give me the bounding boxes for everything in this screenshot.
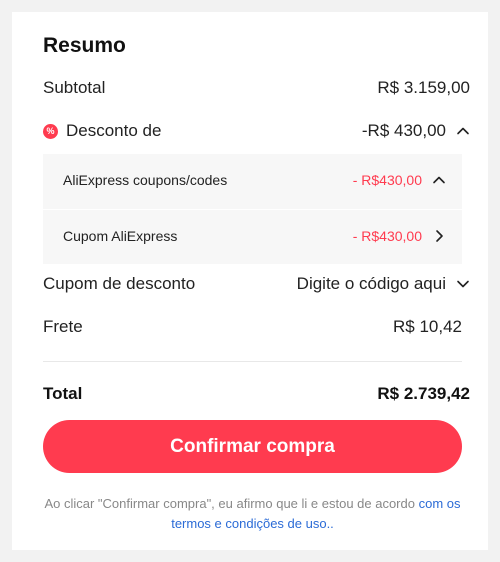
chevron-up-icon[interactable] <box>456 124 470 138</box>
total-value: R$ 2.739,42 <box>377 384 470 403</box>
terms-disclaimer: Ao clicar "Confirmar compra", eu afirmo … <box>43 494 462 534</box>
confirm-purchase-button[interactable]: Confirmar compra <box>43 420 462 473</box>
discount-item-coupons-codes[interactable]: AliExpress coupons/codes - R$430,00 <box>63 172 446 188</box>
discount-details-panel: AliExpress coupons/codes - R$430,00 Cupo… <box>43 154 462 264</box>
coupon-label: Cupom de desconto <box>43 274 196 293</box>
subtotal-row: Subtotal R$ 3.159,00 <box>43 78 470 98</box>
discount-label: Desconto de <box>66 121 162 140</box>
total-label: Total <box>43 384 83 403</box>
coupon-code-input[interactable]: Digite o código aqui <box>297 274 446 294</box>
summary-title: Resumo <box>43 34 126 57</box>
percent-icon: % <box>43 123 58 139</box>
sub-divider <box>43 209 462 210</box>
divider <box>43 361 462 362</box>
shipping-row: Frete R$ 10,42 <box>43 317 470 337</box>
order-summary-card: Resumo Subtotal R$ 3.159,00 % Desconto d… <box>12 12 488 550</box>
chevron-up-icon[interactable] <box>432 173 446 187</box>
discount-item-value: - R$430,00 <box>352 228 422 244</box>
subtotal-label: Subtotal <box>43 78 106 97</box>
coupon-row[interactable]: Cupom de desconto Digite o código aqui <box>43 274 470 294</box>
shipping-label: Frete <box>43 317 83 336</box>
chevron-down-icon[interactable] <box>456 277 470 291</box>
chevron-right-icon[interactable] <box>432 229 446 243</box>
discount-item-label: Cupom AliExpress <box>63 228 178 244</box>
total-row: Total R$ 2.739,42 <box>43 384 470 404</box>
disclaimer-text: Ao clicar "Confirmar compra", eu afirmo … <box>44 496 415 511</box>
discount-row[interactable]: % Desconto de -R$ 430,00 <box>43 121 470 141</box>
discount-item-value: - R$430,00 <box>352 172 422 188</box>
discount-item-cupom-aliexpress[interactable]: Cupom AliExpress - R$430,00 <box>63 228 446 244</box>
discount-item-label: AliExpress coupons/codes <box>63 172 228 188</box>
subtotal-value: R$ 3.159,00 <box>377 78 470 97</box>
discount-value: -R$ 430,00 <box>361 121 446 140</box>
shipping-value: R$ 10,42 <box>393 317 462 336</box>
